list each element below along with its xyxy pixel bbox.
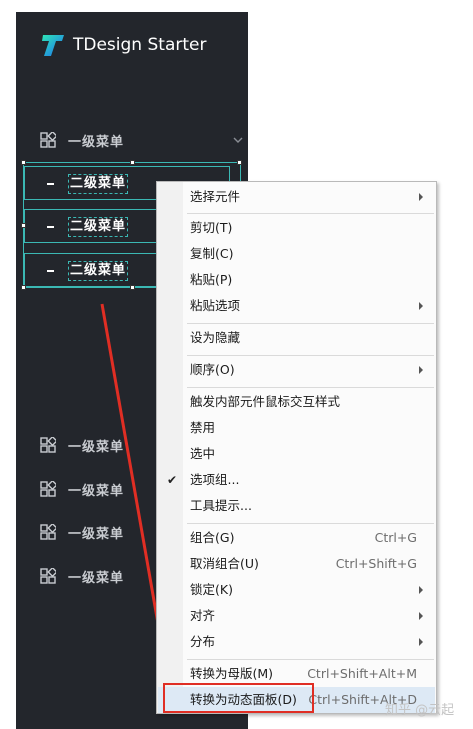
submenu-arrow-icon bbox=[419, 366, 423, 374]
menu-item-select-component[interactable]: 选择元件 bbox=[158, 184, 435, 210]
shortcut-label: Ctrl+G bbox=[374, 530, 417, 545]
menu-label: 一级菜单 bbox=[68, 570, 125, 586]
menu-item-label: 锁定(K) bbox=[190, 582, 233, 597]
menu-separator bbox=[187, 213, 434, 214]
menu-item-label: 触发内部元件鼠标交互样式 bbox=[190, 394, 341, 409]
dash-icon bbox=[47, 183, 54, 185]
sidebar-menu[interactable]: 一级菜单 bbox=[40, 564, 124, 588]
menu-item-label: 选择元件 bbox=[190, 189, 241, 204]
submenu-arrow-icon bbox=[419, 193, 423, 201]
menu-label: 一级菜单 bbox=[68, 439, 125, 455]
menu-item-convert-master[interactable]: 转换为母版(M) Ctrl+Shift+Alt+M bbox=[158, 661, 435, 687]
sidebar-menu[interactable]: 一级菜单 bbox=[40, 520, 124, 544]
menu-item-label: 顺序(O) bbox=[190, 362, 235, 377]
menu-item-label: 工具提示... bbox=[190, 498, 252, 513]
menu-label: 一级菜单 bbox=[68, 134, 125, 150]
resize-handle[interactable] bbox=[21, 285, 26, 290]
menu-item-label: 转换为母版(M) bbox=[190, 666, 274, 681]
menu-item-label: 分布 bbox=[190, 634, 216, 649]
resize-handle[interactable] bbox=[130, 285, 135, 290]
menu-item-label: 禁用 bbox=[190, 420, 216, 435]
menu-item-label: 对齐 bbox=[190, 608, 216, 623]
tdesign-logo-icon bbox=[40, 32, 66, 58]
subitem-label: 二级菜单 bbox=[68, 217, 129, 237]
menu-item-group[interactable]: 组合(G) Ctrl+G bbox=[158, 525, 435, 551]
grid-icon bbox=[40, 524, 56, 540]
menu-item-lock[interactable]: 锁定(K) bbox=[158, 577, 435, 603]
submenu-arrow-icon bbox=[419, 586, 423, 594]
menu-item-paste[interactable]: 粘贴(P) bbox=[158, 267, 435, 293]
resize-handle[interactable] bbox=[21, 160, 26, 165]
brand[interactable]: TDesign Starter bbox=[40, 30, 206, 60]
context-menu: 选择元件 剪切(T) 复制(C) 粘贴(P) 粘贴选项 设为隐藏 顺序(O) 触… bbox=[156, 181, 437, 714]
menu-item-distribute[interactable]: 分布 bbox=[158, 629, 435, 655]
menu-item-disable[interactable]: 禁用 bbox=[158, 415, 435, 441]
menu-item-selected[interactable]: 选中 bbox=[158, 441, 435, 467]
menu-item-label: 设为隐藏 bbox=[190, 330, 241, 345]
grid-icon bbox=[40, 481, 56, 497]
chevron-down-icon bbox=[233, 137, 243, 143]
menu-label: 一级菜单 bbox=[68, 526, 125, 542]
grid-icon bbox=[40, 568, 56, 584]
menu-item-option-group[interactable]: ✔ 选项组... bbox=[158, 467, 435, 493]
subitem-label: 二级菜单 bbox=[68, 174, 129, 194]
submenu-arrow-icon bbox=[419, 612, 423, 620]
sidebar-menu[interactable]: 一级菜单 bbox=[40, 477, 124, 501]
sidebar-menu-top[interactable]: 一级菜单 bbox=[40, 128, 243, 152]
checkmark-icon: ✔ bbox=[167, 473, 178, 487]
menu-item-label: 复制(C) bbox=[190, 246, 234, 261]
grid-icon bbox=[40, 132, 56, 148]
menu-item-label: 转换为动态面板(D) bbox=[190, 692, 297, 707]
menu-separator bbox=[187, 323, 434, 324]
menu-item-ungroup[interactable]: 取消组合(U) Ctrl+Shift+G bbox=[158, 551, 435, 577]
menu-item-paste-options[interactable]: 粘贴选项 bbox=[158, 293, 435, 319]
menu-item-label: 选中 bbox=[190, 446, 216, 461]
menu-item-label: 粘贴选项 bbox=[190, 298, 241, 313]
menu-separator bbox=[187, 659, 434, 660]
menu-label: 一级菜单 bbox=[68, 483, 125, 499]
menu-item-order[interactable]: 顺序(O) bbox=[158, 357, 435, 383]
submenu-arrow-icon bbox=[419, 302, 423, 310]
menu-item-label: 粘贴(P) bbox=[190, 272, 233, 287]
resize-handle[interactable] bbox=[130, 160, 135, 165]
menu-item-label: 取消组合(U) bbox=[190, 556, 259, 571]
menu-item-tooltip[interactable]: 工具提示... bbox=[158, 493, 435, 519]
resize-handle[interactable] bbox=[21, 223, 26, 228]
menu-item-set-hidden[interactable]: 设为隐藏 bbox=[158, 325, 435, 351]
shortcut-label: Ctrl+Shift+Alt+M bbox=[307, 666, 417, 681]
menu-item-trigger-interaction[interactable]: 触发内部元件鼠标交互样式 bbox=[158, 389, 435, 415]
sidebar-menu[interactable]: 一级菜单 bbox=[40, 433, 124, 457]
submenu-arrow-icon bbox=[419, 638, 423, 646]
menu-item-label: 剪切(T) bbox=[190, 220, 233, 235]
shortcut-label: Ctrl+Shift+G bbox=[335, 556, 417, 571]
menu-item-copy[interactable]: 复制(C) bbox=[158, 241, 435, 267]
dash-icon bbox=[47, 270, 54, 272]
menu-separator bbox=[187, 523, 434, 524]
watermark: 知乎 @云起 bbox=[385, 703, 455, 718]
dash-icon bbox=[47, 226, 54, 228]
menu-item-cut[interactable]: 剪切(T) bbox=[158, 215, 435, 241]
menu-item-label: 选项组... bbox=[190, 472, 240, 487]
brand-name: TDesign Starter bbox=[73, 35, 207, 55]
resize-handle[interactable] bbox=[237, 160, 242, 165]
menu-item-align[interactable]: 对齐 bbox=[158, 603, 435, 629]
menu-separator bbox=[187, 355, 434, 356]
menu-separator bbox=[187, 387, 434, 388]
subitem-label: 二级菜单 bbox=[68, 261, 129, 281]
menu-item-label: 组合(G) bbox=[190, 530, 235, 545]
grid-icon bbox=[40, 437, 56, 453]
